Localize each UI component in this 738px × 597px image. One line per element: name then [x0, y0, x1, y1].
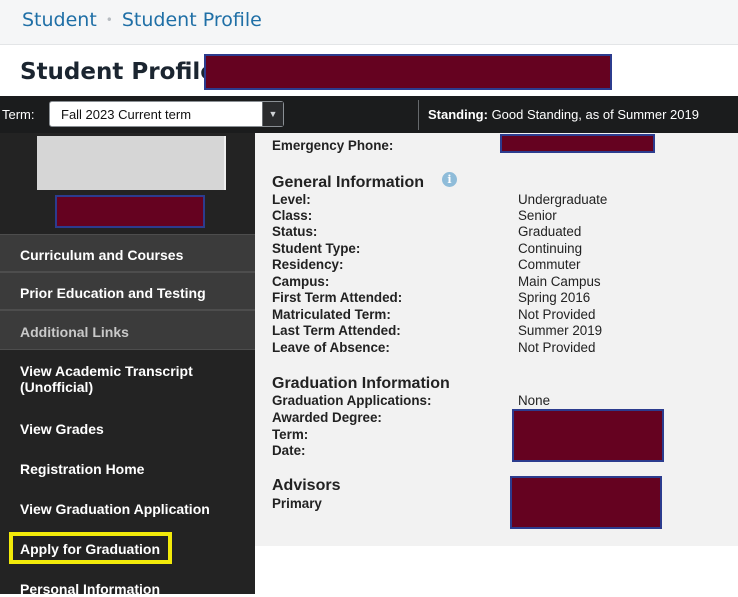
- field-value: Graduated: [518, 224, 582, 239]
- field-label: Student Type:: [272, 241, 361, 256]
- sidebar-item-label: Personal Information: [20, 581, 161, 597]
- emergency-phone-label: Emergency Phone:: [272, 138, 394, 153]
- field-value: Commuter: [518, 257, 581, 272]
- breadcrumb-separator: •: [105, 13, 113, 27]
- term-divider: [418, 100, 419, 130]
- field-label: Residency:: [272, 257, 344, 272]
- redacted-awarded-degree: [512, 409, 664, 462]
- standing-value: Good Standing, as of Summer 2019: [491, 107, 699, 122]
- profile-main: Emergency Phone: General Information i L…: [255, 133, 738, 546]
- primary-advisor-label: Primary: [272, 496, 322, 511]
- field-value: Continuing: [518, 241, 583, 256]
- sidebar-item-apply-for-graduation[interactable]: Apply for Graduation: [0, 533, 255, 563]
- breadcrumb: Student • Student Profile: [0, 0, 738, 44]
- term-label: Term:: [2, 107, 35, 122]
- graduation-applications-label: Graduation Applications:: [272, 393, 432, 408]
- breadcrumb-current[interactable]: Student Profile: [122, 9, 262, 31]
- sidebar-item-label: Curriculum and Courses: [20, 247, 184, 263]
- title-row: Student Profile: [0, 44, 738, 96]
- advisors-heading: Advisors: [272, 477, 341, 494]
- field-value: Spring 2016: [518, 290, 591, 305]
- term-bar: Term: Fall 2023 Current term ▼ Standing:…: [0, 96, 738, 133]
- field-label: Status:: [272, 224, 318, 239]
- sidebar-item-registration-home[interactable]: Registration Home: [0, 449, 255, 485]
- redacted-emergency-phone: [500, 134, 655, 153]
- sidebar-item-view-graduation-application[interactable]: View Graduation Application: [0, 489, 255, 525]
- sidebar-item-label: View Academic Transcript (Unofficial): [20, 363, 193, 395]
- field-label: Leave of Absence:: [272, 340, 390, 355]
- sidebar-item-label: Apply for Graduation: [20, 541, 160, 557]
- field-label: Level:: [272, 192, 311, 207]
- field-label: Matriculated Term:: [272, 307, 391, 322]
- sidebar-item-personal-information[interactable]: Personal Information: [0, 573, 255, 597]
- redacted-student-id: [55, 195, 205, 228]
- info-icon[interactable]: i: [442, 172, 457, 187]
- sidebar-item-view-grades[interactable]: View Grades: [0, 409, 255, 445]
- field-label: First Term Attended:: [272, 290, 403, 305]
- standing-status: Standing: Good Standing, as of Summer 20…: [428, 107, 699, 122]
- redacted-student-name: [204, 54, 612, 90]
- field-label: Class:: [272, 208, 313, 223]
- chevron-down-icon[interactable]: ▼: [262, 102, 283, 126]
- standing-label: Standing:: [428, 107, 488, 122]
- term-select-value: Fall 2023 Current term: [61, 107, 192, 122]
- sidebar-item-view-academic-transcript[interactable]: View Academic Transcript (Unofficial): [0, 351, 255, 401]
- sidebar-item-label: Additional Links: [20, 324, 129, 340]
- term-select[interactable]: Fall 2023 Current term ▼: [49, 101, 284, 127]
- sidebar-item-curriculum-and-courses[interactable]: Curriculum and Courses: [0, 234, 255, 272]
- graduation-applications-value: None: [518, 393, 551, 408]
- field-value: Senior: [518, 208, 557, 223]
- sidebar: Curriculum and Courses Prior Education a…: [0, 133, 255, 597]
- page-title: Student Profile: [20, 59, 216, 85]
- field-value: Summer 2019: [518, 323, 603, 338]
- field-label: Campus:: [272, 274, 330, 289]
- sidebar-item-additional-links[interactable]: Additional Links: [0, 310, 255, 350]
- sidebar-item-label: View Graduation Application: [20, 501, 210, 517]
- field-value: Not Provided: [518, 340, 596, 355]
- awarded-degree-label: Awarded Degree:: [272, 410, 382, 425]
- avatar: [37, 136, 226, 190]
- field-value: Main Campus: [518, 274, 601, 289]
- field-label: Last Term Attended:: [272, 323, 401, 338]
- sidebar-item-prior-education[interactable]: Prior Education and Testing: [0, 272, 255, 310]
- graduation-date-label: Date:: [272, 443, 306, 458]
- field-value: Undergraduate: [518, 192, 608, 207]
- graduation-information-heading: Graduation Information: [272, 375, 450, 392]
- redacted-primary-advisor: [510, 476, 662, 529]
- general-information-heading: General Information: [272, 174, 425, 191]
- sidebar-item-label: Prior Education and Testing: [20, 285, 206, 301]
- breadcrumb-student-link[interactable]: Student: [22, 9, 97, 31]
- sidebar-item-label: Registration Home: [20, 461, 145, 477]
- graduation-term-label: Term:: [272, 427, 309, 442]
- field-value: Not Provided: [518, 307, 596, 322]
- sidebar-item-label: View Grades: [20, 421, 104, 437]
